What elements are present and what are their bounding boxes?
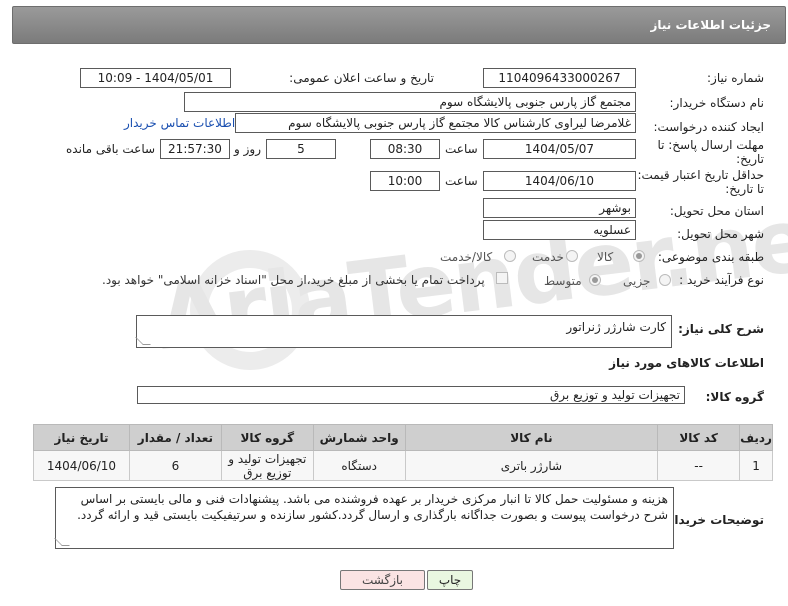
col-quantity: تعداد / مقدار: [128, 424, 222, 451]
need-number-label: شماره نیاز:: [707, 71, 764, 85]
resize-handle-icon[interactable]: [135, 337, 151, 345]
category-both-radio[interactable]: [504, 250, 516, 262]
category-label: طبقه بندی موضوعی:: [657, 250, 764, 264]
city-label: شهر محل تحویل:: [677, 227, 764, 241]
cell-item-code: --: [657, 450, 741, 481]
cell-quantity: 6: [128, 450, 222, 481]
col-unit: واحد شمارش: [312, 424, 406, 451]
process-medium-label: متوسط: [544, 274, 582, 288]
print-button[interactable]: چاپ: [427, 570, 473, 590]
reply-time-field: 08:30: [370, 139, 440, 159]
page-header: جزئیات اطلاعات نیاز: [12, 6, 786, 44]
province-field: بوشهر: [483, 198, 636, 218]
table-header-row: ردیف کد کالا نام کالا واحد شمارش گروه کا…: [33, 424, 773, 451]
description-text: کارت شارژر ژنراتور: [566, 320, 666, 334]
category-service-radio[interactable]: [566, 250, 578, 262]
goods-group-label: گروه کالا:: [705, 390, 764, 404]
col-item-group: گروه کالا: [220, 424, 314, 451]
province-label: استان محل تحویل:: [669, 204, 764, 218]
reply-date-field: 1404/05/07: [483, 139, 636, 159]
col-need-date: تاریخ نیاز: [33, 424, 130, 451]
process-minor-label: جزیی: [623, 274, 651, 288]
treasury-payment-checkbox[interactable]: [496, 272, 508, 284]
description-label: شرح کلی نیاز:: [678, 322, 764, 336]
category-both-label: کالا/خدمت: [440, 250, 493, 264]
process-medium-radio[interactable]: [589, 274, 601, 286]
cell-unit: دستگاه: [312, 450, 406, 481]
validity-time-label: ساعت: [445, 174, 478, 188]
cell-item-group: تجهیزات تولید و توزیع برق: [220, 450, 314, 481]
days-label: روز و: [234, 142, 261, 156]
creator-field: غلامرضا لیراوی کارشناس کالا مجتمع گاز پا…: [235, 113, 636, 133]
goods-section-title: اطلاعات کالاهای مورد نیاز: [609, 356, 764, 370]
cell-row-number: 1: [739, 450, 773, 481]
page-title: جزئیات اطلاعات نیاز: [650, 18, 771, 32]
category-service-label: خدمت: [532, 250, 564, 264]
price-validity-label: حداقل تاریخ اعتبار قیمت:: [637, 168, 764, 182]
col-item-code: کد کالا: [657, 424, 741, 451]
watermark-logo-icon: [190, 250, 310, 370]
buyer-notes-field: هزینه و مسئولیت حمل کالا تا انبار مرکزی …: [54, 487, 674, 549]
treasury-payment-note: پرداخت تمام یا بخشی از مبلغ خرید،از محل …: [102, 273, 485, 287]
remaining-days-field: 5: [266, 139, 336, 159]
city-field: عسلویه: [483, 220, 636, 240]
cell-item-name: شارژر باتری: [404, 450, 659, 481]
validity-date-field: 1404/06/10: [483, 171, 636, 191]
reply-deadline-label: مهلت ارسال پاسخ: تا: [657, 138, 764, 152]
buyer-org-field: مجتمع گاز پارس جنوبی پالایشگاه سوم: [184, 92, 636, 112]
description-field: کارت شارژر ژنراتور: [135, 315, 672, 348]
announce-date-field: 1404/05/01 - 10:09: [80, 68, 231, 88]
buyer-org-label: نام دستگاه خریدار:: [669, 96, 765, 110]
category-goods-radio[interactable]: [633, 250, 645, 262]
remaining-label: ساعت باقی مانده: [66, 142, 156, 156]
resize-handle-icon[interactable]: [54, 538, 70, 546]
announce-date-label: تاریخ و ساعت اعلان عمومی:: [289, 71, 434, 85]
cell-need-date: 1404/06/10: [33, 450, 130, 481]
table-row[interactable]: 1 -- شارژر باتری دستگاه تجهیزات تولید و …: [33, 450, 773, 481]
category-goods-label: کالا: [597, 250, 614, 264]
process-minor-radio[interactable]: [659, 274, 671, 286]
reply-time-label: ساعت: [445, 142, 478, 156]
col-row-number: ردیف: [739, 424, 773, 451]
reply-deadline-label-2: تاریخ:: [736, 152, 764, 166]
goods-group-field: تجهیزات تولید و توزیع برق: [137, 386, 685, 404]
col-item-name: نام کالا: [404, 424, 659, 451]
validity-time-field: 10:00: [370, 171, 440, 191]
creator-label: ایجاد کننده درخواست:: [653, 120, 764, 134]
buyer-notes-label: توضیحات خریدار:: [662, 513, 764, 527]
buyer-contact-link[interactable]: اطلاعات تماس خریدار: [124, 116, 235, 130]
process-type-label: نوع فرآیند خرید :: [679, 273, 764, 287]
goods-table: ردیف کد کالا نام کالا واحد شمارش گروه کا…: [33, 424, 773, 481]
need-number-field: 1104096433000267: [483, 68, 636, 88]
price-validity-label-2: تا تاریخ:: [725, 182, 764, 196]
back-button[interactable]: بازگشت: [340, 570, 425, 590]
buyer-notes-text: هزینه و مسئولیت حمل کالا تا انبار مرکزی …: [77, 492, 668, 522]
remaining-time-field: 21:57:30: [160, 139, 230, 159]
